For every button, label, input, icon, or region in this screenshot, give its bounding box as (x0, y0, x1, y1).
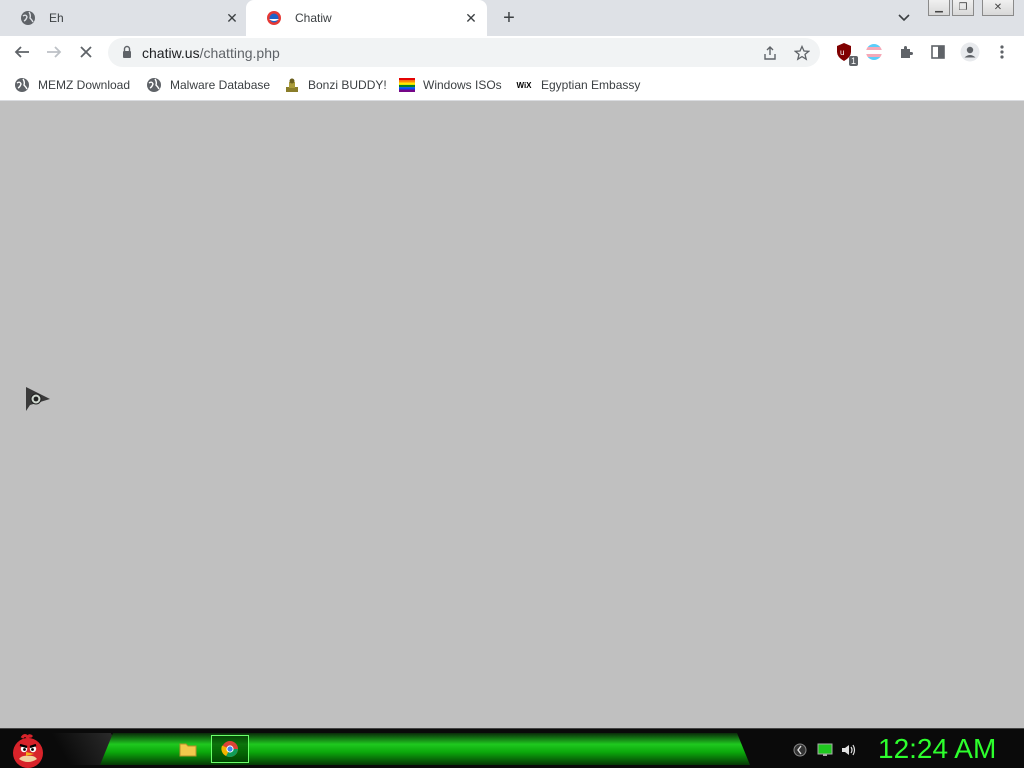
bookmark-label: MEMZ Download (38, 78, 131, 92)
tray-network-icon[interactable] (792, 742, 808, 758)
svg-text:u: u (840, 48, 844, 57)
minimize-icon[interactable]: ▁ (928, 0, 950, 16)
taskbar-folder-icon[interactable] (174, 735, 202, 763)
side-panel-icon[interactable] (926, 40, 950, 64)
tab-close-icon[interactable]: ✕ (461, 8, 481, 28)
bookmark-label: Windows ISOs (423, 78, 502, 92)
globe-icon (14, 77, 30, 93)
share-icon[interactable] (760, 43, 780, 63)
bookmark-egyptian-embassy[interactable]: WiX Egyptian Embassy (515, 76, 640, 94)
browser-toolbar: chatiw.us/chatting.php u 1 (0, 36, 1024, 69)
tab-close-icon[interactable]: ✕ (222, 8, 242, 28)
tray-volume-icon[interactable] (841, 742, 857, 758)
bookmark-label: Bonzi BUDDY! (308, 78, 387, 92)
url-path: /chatting.php (199, 45, 280, 61)
bookmark-memz-download[interactable]: MEMZ Download (14, 76, 130, 94)
tab-title: Chatiw (295, 11, 332, 25)
kebab-menu-icon[interactable] (990, 40, 1014, 64)
address-bar[interactable]: chatiw.us/chatting.php (108, 38, 820, 67)
url-host: chatiw.us (142, 45, 200, 61)
url-text: chatiw.us/chatting.php (142, 45, 280, 61)
mouse-cursor-icon (24, 385, 54, 415)
tab-chatiw[interactable]: Chatiw ✕ (246, 0, 487, 36)
profile-avatar-icon[interactable] (958, 40, 982, 64)
globe-icon (20, 10, 36, 26)
page-content (0, 102, 1024, 728)
bookmark-label: Malware Database (170, 78, 271, 92)
bookmark-windows-isos[interactable]: Windows ISOs (399, 76, 502, 94)
puzzle-extensions-icon[interactable] (894, 40, 918, 64)
wix-icon: WiX (516, 80, 532, 90)
lock-icon[interactable] (120, 45, 134, 59)
stop-loading-icon[interactable] (74, 40, 98, 64)
extension-badge: 1 (848, 56, 858, 66)
trans-flag-extension-icon[interactable] (862, 40, 886, 64)
rainbow-flag-icon (399, 77, 415, 93)
new-tab-button[interactable]: + (497, 6, 521, 30)
taskbar-clock[interactable]: 12:24 AM (878, 733, 996, 765)
bonzi-icon (284, 77, 300, 93)
restore-icon[interactable]: ❐ (952, 0, 974, 16)
ublock-extension-icon[interactable]: u 1 (832, 40, 858, 66)
forward-arrow-icon[interactable] (42, 40, 66, 64)
bookmark-star-icon[interactable] (792, 43, 812, 63)
close-icon[interactable]: ✕ (982, 0, 1014, 16)
back-arrow-icon[interactable] (10, 40, 34, 64)
bookmarks-bar: MEMZ Download Malware Database Bonzi BUD… (0, 69, 1024, 101)
taskbar-chrome-icon[interactable] (211, 735, 249, 763)
bookmark-label: Egyptian Embassy (541, 78, 641, 92)
chatiw-icon (266, 10, 282, 26)
tab-search-chevron-icon[interactable] (894, 8, 914, 28)
globe-icon (146, 77, 162, 93)
tab-eh[interactable]: Eh ✕ (0, 0, 248, 36)
tab-strip: Eh ✕ Chatiw ✕ + ▁ ❐ ✕ (0, 0, 1024, 36)
tab-title: Eh (49, 11, 64, 25)
tray-monitor-icon[interactable] (817, 742, 833, 758)
start-button-angry-bird-icon[interactable] (8, 729, 48, 768)
bookmark-malware-database[interactable]: Malware Database (146, 76, 270, 94)
taskbar: 12:24 AM (0, 728, 1024, 768)
bookmark-bonzi-buddy[interactable]: Bonzi BUDDY! (284, 76, 387, 94)
